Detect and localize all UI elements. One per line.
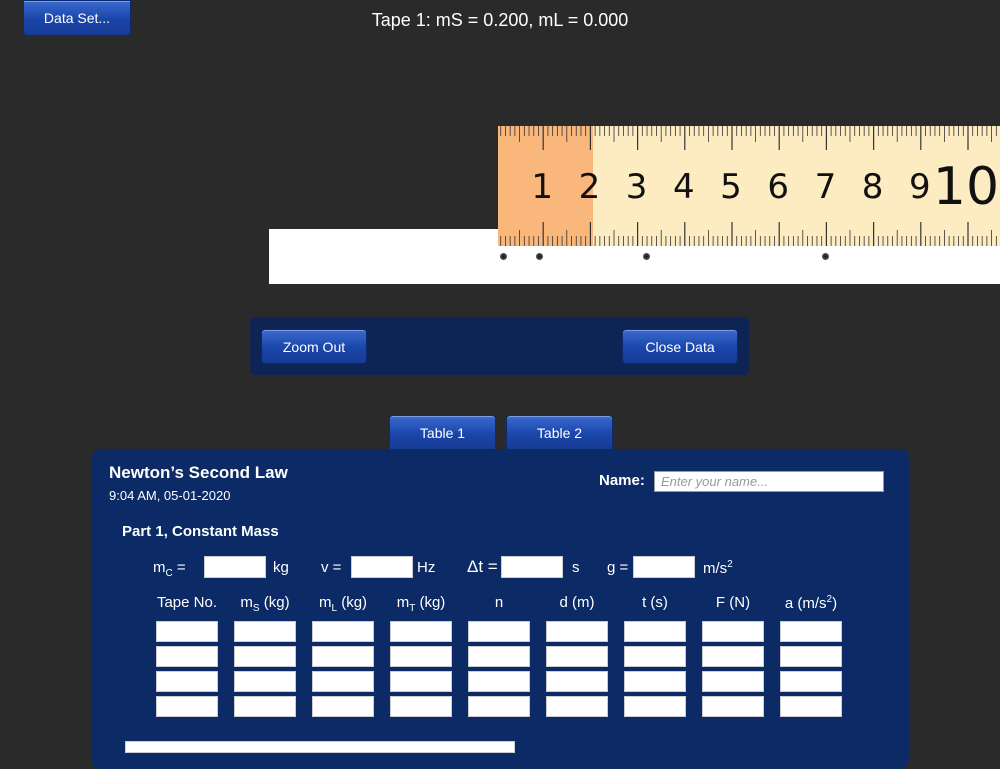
column-header: mT (kg) bbox=[396, 594, 446, 614]
g-label: g = bbox=[607, 559, 629, 576]
table-cell-input[interactable] bbox=[156, 671, 218, 692]
panel-title: Newton’s Second Law bbox=[109, 463, 288, 482]
ruler-number: 8 bbox=[862, 167, 884, 207]
table-cell-input[interactable] bbox=[702, 696, 764, 717]
ruler-number: 1 bbox=[531, 167, 553, 207]
column-header: F (N) bbox=[715, 594, 751, 611]
name-input[interactable] bbox=[654, 471, 884, 492]
table-cell-input[interactable] bbox=[624, 671, 686, 692]
notes-field[interactable] bbox=[125, 741, 515, 753]
g-unit: m/s2 bbox=[703, 559, 733, 577]
table-cell-input[interactable] bbox=[780, 621, 842, 642]
data-table-panel: Newton’s Second Law 9:04 AM, 05-01-2020 … bbox=[91, 449, 909, 769]
timestamp: 9:04 AM, 05-01-2020 bbox=[109, 488, 231, 503]
table-cell-input[interactable] bbox=[468, 646, 530, 667]
column-header: n bbox=[494, 594, 504, 611]
g-input[interactable] bbox=[633, 556, 695, 578]
dt-input[interactable] bbox=[501, 556, 563, 578]
measuring-ruler[interactable]: 1 2 3 4 5 6 7 8 9 10 bbox=[498, 126, 1000, 246]
table-cell-input[interactable] bbox=[546, 621, 608, 642]
table-cell-input[interactable] bbox=[468, 696, 530, 717]
v-label: v = bbox=[321, 559, 342, 576]
v-unit: Hz bbox=[417, 559, 436, 576]
table-cell-input[interactable] bbox=[546, 671, 608, 692]
table-cell-input[interactable] bbox=[624, 696, 686, 717]
column-header: mS (kg) bbox=[240, 594, 290, 614]
table-cell-input[interactable] bbox=[390, 646, 452, 667]
table-cell-input[interactable] bbox=[312, 671, 374, 692]
dt-unit: s bbox=[572, 559, 580, 576]
table-cell-input[interactable] bbox=[390, 696, 452, 717]
mc-unit: kg bbox=[273, 559, 289, 576]
table-cell-input[interactable] bbox=[624, 646, 686, 667]
table-cell-input[interactable] bbox=[234, 696, 296, 717]
zoom-out-button[interactable]: Zoom Out bbox=[261, 329, 367, 364]
tab-table-2[interactable]: Table 2 bbox=[506, 415, 613, 451]
tab-table-1[interactable]: Table 1 bbox=[389, 415, 496, 451]
v-input[interactable] bbox=[351, 556, 413, 578]
table-cell-input[interactable] bbox=[234, 646, 296, 667]
table-cell-input[interactable] bbox=[546, 696, 608, 717]
close-data-button[interactable]: Close Data bbox=[622, 329, 738, 364]
table-cell-input[interactable] bbox=[156, 621, 218, 642]
table-cell-input[interactable] bbox=[390, 671, 452, 692]
dt-label: Δt = bbox=[467, 557, 498, 576]
tape-title: Tape 1: mS = 0.200, mL = 0.000 bbox=[371, 10, 629, 30]
ruler-number: 3 bbox=[626, 167, 648, 207]
table-cell-input[interactable] bbox=[390, 621, 452, 642]
tape-dot bbox=[822, 253, 829, 260]
table-cell-input[interactable] bbox=[780, 696, 842, 717]
table-cell-input[interactable] bbox=[702, 671, 764, 692]
controls-bar: Zoom Out Close Data bbox=[250, 317, 749, 375]
table-cell-input[interactable] bbox=[702, 621, 764, 642]
table-cell-input[interactable] bbox=[312, 646, 374, 667]
column-header: mL (kg) bbox=[318, 594, 368, 614]
table-cell-input[interactable] bbox=[234, 621, 296, 642]
tape-dot bbox=[500, 253, 507, 260]
column-header: d (m) bbox=[559, 594, 595, 611]
column-header: Tape No. bbox=[156, 594, 218, 611]
tape-dot bbox=[643, 253, 650, 260]
table-cell-input[interactable] bbox=[312, 621, 374, 642]
table-cell-input[interactable] bbox=[468, 671, 530, 692]
table-cell-input[interactable] bbox=[546, 646, 608, 667]
ruler-number: 6 bbox=[767, 167, 789, 207]
table-cell-input[interactable] bbox=[312, 696, 374, 717]
mc-label: mC = bbox=[153, 559, 186, 579]
table-cell-input[interactable] bbox=[156, 646, 218, 667]
ruler-number: 10 bbox=[933, 157, 999, 217]
table-cell-input[interactable] bbox=[156, 696, 218, 717]
table-cell-input[interactable] bbox=[780, 671, 842, 692]
part-title: Part 1, Constant Mass bbox=[122, 523, 279, 540]
ruler-number: 4 bbox=[673, 167, 695, 207]
ruler-number: 9 bbox=[909, 167, 931, 207]
column-header: a (m/s2) bbox=[784, 594, 838, 612]
table-cell-input[interactable] bbox=[702, 646, 764, 667]
tape-dot bbox=[536, 253, 543, 260]
mc-input[interactable] bbox=[204, 556, 266, 578]
table-cell-input[interactable] bbox=[234, 671, 296, 692]
table-cell-input[interactable] bbox=[468, 621, 530, 642]
name-label: Name: bbox=[599, 472, 645, 489]
ruler-number: 2 bbox=[579, 167, 601, 207]
column-header: t (s) bbox=[642, 594, 668, 611]
ruler-number: 7 bbox=[815, 167, 837, 207]
ruler-number: 5 bbox=[720, 167, 742, 207]
table-cell-input[interactable] bbox=[624, 621, 686, 642]
table-cell-input[interactable] bbox=[780, 646, 842, 667]
